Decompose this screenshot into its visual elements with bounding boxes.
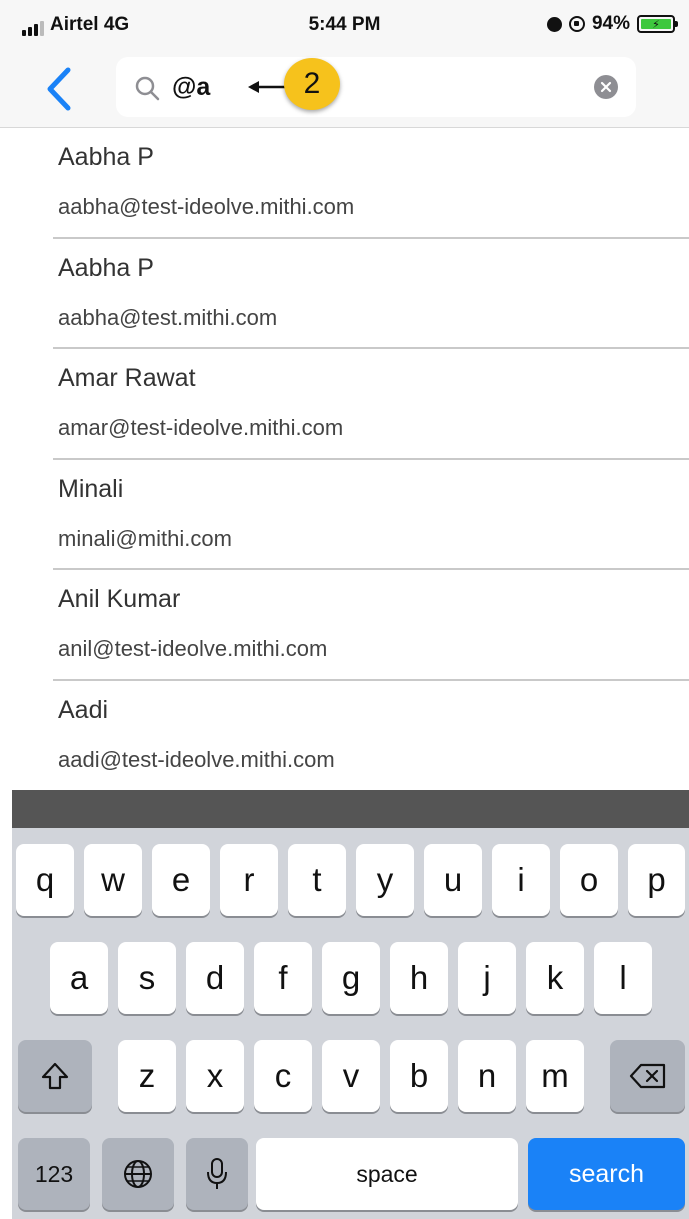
search-header: @a 2: [0, 52, 689, 128]
rotation-lock-icon: [568, 16, 585, 32]
results-list: Aabha P aabha@test-ideolve.mithi.com Aab…: [0, 128, 689, 791]
key-j[interactable]: j: [458, 942, 516, 1014]
list-item[interactable]: Amar Rawat amar@test-ideolve.mithi.com: [0, 349, 689, 460]
key-u[interactable]: u: [424, 844, 482, 916]
contact-email: anil@test-ideolve.mithi.com: [58, 636, 328, 661]
battery-icon: ⚡: [637, 15, 678, 33]
backspace-key[interactable]: [610, 1040, 685, 1112]
key-f[interactable]: f: [254, 942, 312, 1014]
key-s[interactable]: s: [118, 942, 176, 1014]
list-item[interactable]: Minali minali@mithi.com: [0, 460, 689, 570]
numbers-key[interactable]: 123: [18, 1138, 90, 1210]
key-p[interactable]: p: [628, 844, 685, 916]
backspace-icon: [629, 1063, 665, 1089]
contact-email: amar@test-ideolve.mithi.com: [58, 415, 344, 440]
globe-key[interactable]: [102, 1138, 174, 1210]
status-right: 94% ⚡: [546, 13, 678, 35]
key-q[interactable]: q: [16, 844, 74, 916]
key-d[interactable]: d: [186, 942, 244, 1014]
key-i[interactable]: i: [492, 844, 550, 916]
key-h[interactable]: h: [390, 942, 448, 1014]
shift-icon: [41, 1062, 69, 1090]
battery-percent: 94%: [591, 13, 630, 34]
key-e[interactable]: e: [152, 844, 210, 916]
search-key[interactable]: search: [528, 1138, 685, 1210]
key-y[interactable]: y: [356, 844, 414, 916]
contact-name: Minali: [58, 474, 124, 503]
key-z[interactable]: z: [118, 1040, 176, 1112]
key-m[interactable]: m: [526, 1040, 584, 1112]
contact-name: Aabha P: [58, 143, 154, 171]
chevron-left-icon: [47, 67, 71, 111]
back-button[interactable]: [40, 66, 80, 112]
key-x[interactable]: x: [186, 1040, 244, 1112]
key-r[interactable]: r: [220, 844, 278, 916]
contact-name: Amar Rawat: [58, 364, 196, 392]
alarm-icon: [546, 16, 562, 32]
search-icon: [135, 76, 160, 101]
key-w[interactable]: w: [84, 844, 142, 916]
key-a[interactable]: a: [50, 942, 108, 1014]
key-n[interactable]: n: [458, 1040, 516, 1112]
contact-email: aadi@test-ideolve.mithi.com: [58, 746, 335, 772]
key-o[interactable]: o: [560, 844, 618, 916]
key-g[interactable]: g: [322, 942, 380, 1014]
contact-email: minali@mithi.com: [58, 525, 232, 551]
list-item[interactable]: Anil Kumar anil@test-ideolve.mithi.com: [0, 570, 689, 681]
arrow-left-icon: [248, 81, 286, 93]
key-c[interactable]: c: [254, 1040, 312, 1112]
keyboard: q w e r t y u i o p a s d f g h j k l z …: [12, 828, 689, 1219]
search-input[interactable]: @a 2: [116, 57, 636, 117]
contact-email: aabha@test.mithi.com: [58, 304, 278, 330]
contact-name: Aadi: [58, 695, 109, 724]
status-bar: Airtel 4G 5:44 PM 94% ⚡: [0, 0, 689, 52]
contact-email: aabha@test-ideolve.mithi.com: [58, 194, 355, 219]
list-item[interactable]: Aabha P aabha@test.mithi.com: [0, 239, 689, 349]
search-query: @a: [172, 73, 211, 101]
key-l[interactable]: l: [594, 942, 652, 1014]
key-t[interactable]: t: [288, 844, 346, 916]
globe-icon: [124, 1160, 152, 1188]
key-v[interactable]: v: [322, 1040, 380, 1112]
space-key[interactable]: space: [256, 1138, 518, 1210]
key-b[interactable]: b: [390, 1040, 448, 1112]
microphone-icon: [207, 1158, 227, 1189]
list-item[interactable]: Aadi aadi@test-ideolve.mithi.com: [0, 681, 689, 792]
clear-search-button[interactable]: [594, 75, 618, 99]
shift-key[interactable]: [18, 1040, 92, 1112]
contact-name: Anil Kumar: [58, 585, 181, 613]
key-k[interactable]: k: [526, 942, 584, 1014]
contact-name: Aabha P: [58, 253, 154, 282]
annotation-badge: 2: [284, 58, 340, 110]
close-icon: [600, 81, 612, 93]
keyboard-accessory-bar: [12, 790, 689, 828]
list-item[interactable]: Aabha P aabha@test-ideolve.mithi.com: [0, 128, 689, 239]
dictation-key[interactable]: [186, 1138, 248, 1210]
